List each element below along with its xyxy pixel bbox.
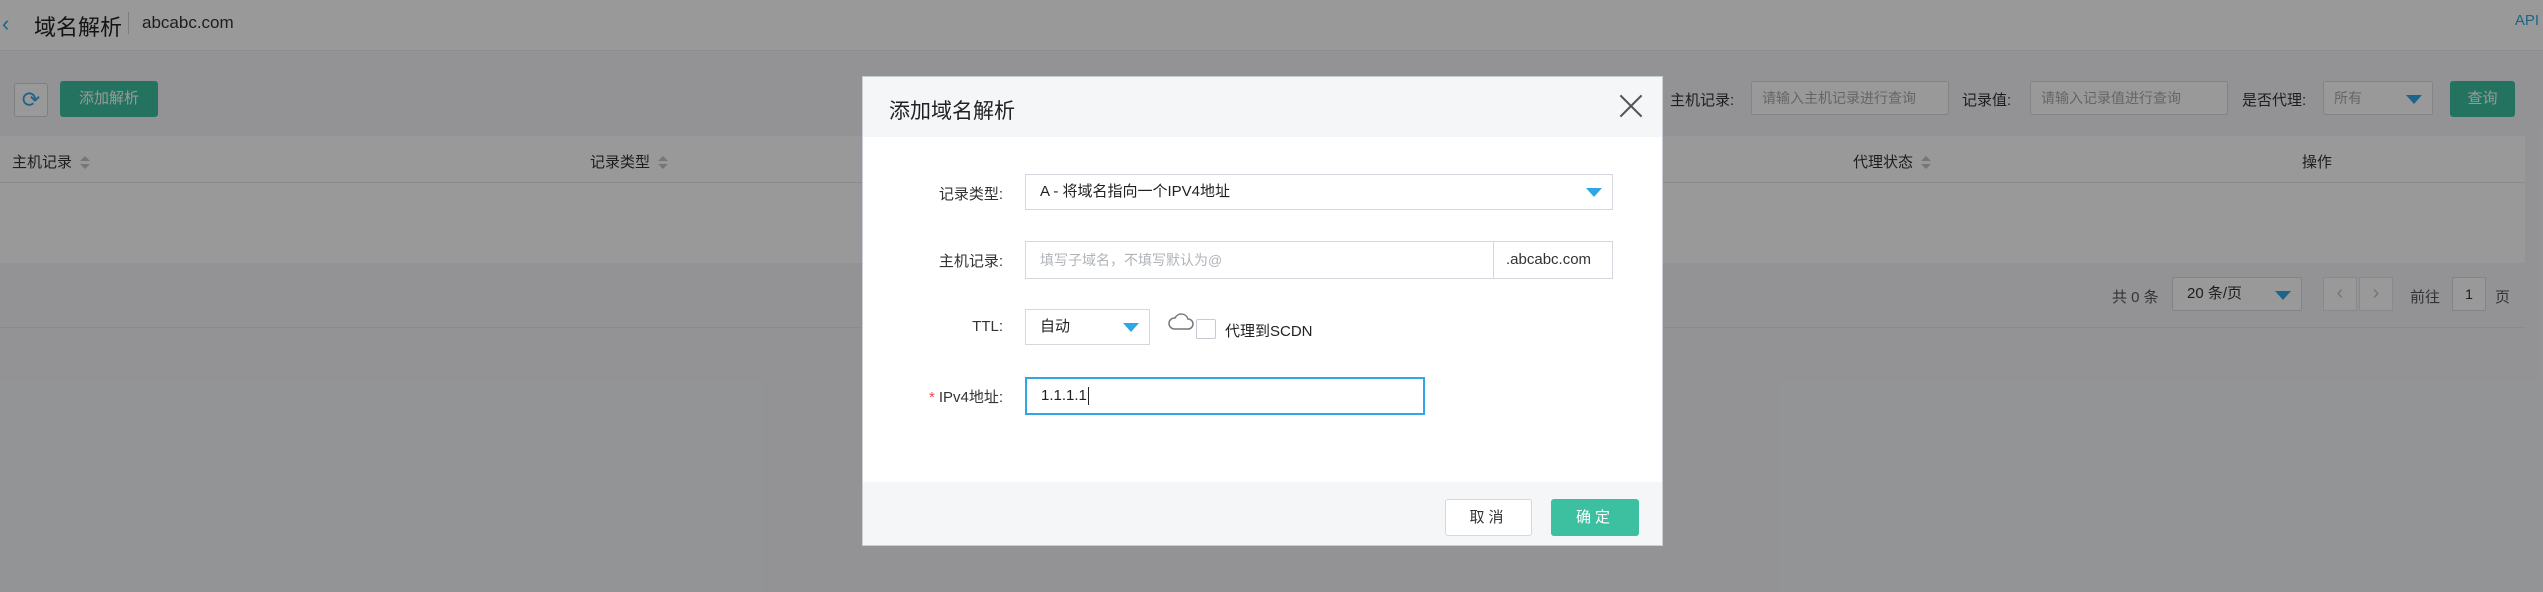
ipv4-value: 1.1.1.1 bbox=[1041, 387, 1087, 404]
close-icon[interactable] bbox=[1618, 93, 1644, 119]
chevron-down-icon bbox=[1123, 323, 1139, 332]
dialog-header: 添加域名解析 bbox=[863, 77, 1662, 137]
ipv4-label: * IPv4地址: bbox=[928, 389, 1003, 406]
text-cursor bbox=[1087, 387, 1089, 406]
required-mark: * bbox=[928, 389, 935, 406]
host-record-input[interactable]: 填写子域名，不填写默认为@ bbox=[1025, 241, 1494, 279]
cancel-button[interactable]: 取消 bbox=[1445, 499, 1532, 536]
ttl-value: 自动 bbox=[1040, 318, 1071, 335]
proxy-scdn-checkbox[interactable] bbox=[1196, 319, 1216, 339]
confirm-button[interactable]: 确定 bbox=[1551, 499, 1639, 536]
record-type-label: 记录类型: bbox=[938, 186, 1003, 203]
ttl-select[interactable]: 自动 bbox=[1025, 309, 1150, 345]
record-type-select[interactable]: A - 将域名指向一个IPV4地址 bbox=[1025, 174, 1613, 210]
ipv4-input[interactable]: 1.1.1.1 bbox=[1025, 377, 1425, 415]
chevron-down-icon bbox=[1586, 188, 1602, 197]
cloud-icon bbox=[1168, 313, 1194, 330]
record-type-value: A - 将域名指向一个IPV4地址 bbox=[1040, 183, 1231, 200]
page: ‹ 域名解析 abcabc.com API ⟳ 添加解析 主机记录: 请输入主机… bbox=[0, 0, 2543, 592]
ttl-label: TTL: bbox=[972, 318, 1003, 335]
host-domain-suffix: .abcabc.com bbox=[1493, 241, 1613, 279]
add-record-dialog: 添加域名解析 记录类型: A - 将域名指向一个IPV4地址 主机记录: 填写子… bbox=[862, 76, 1663, 546]
dialog-title: 添加域名解析 bbox=[889, 100, 1015, 123]
dialog-footer: 取消 确定 bbox=[863, 482, 1662, 545]
host-record-label: 主机记录: bbox=[938, 253, 1003, 270]
proxy-scdn-label: 代理到SCDN bbox=[1225, 323, 1313, 340]
